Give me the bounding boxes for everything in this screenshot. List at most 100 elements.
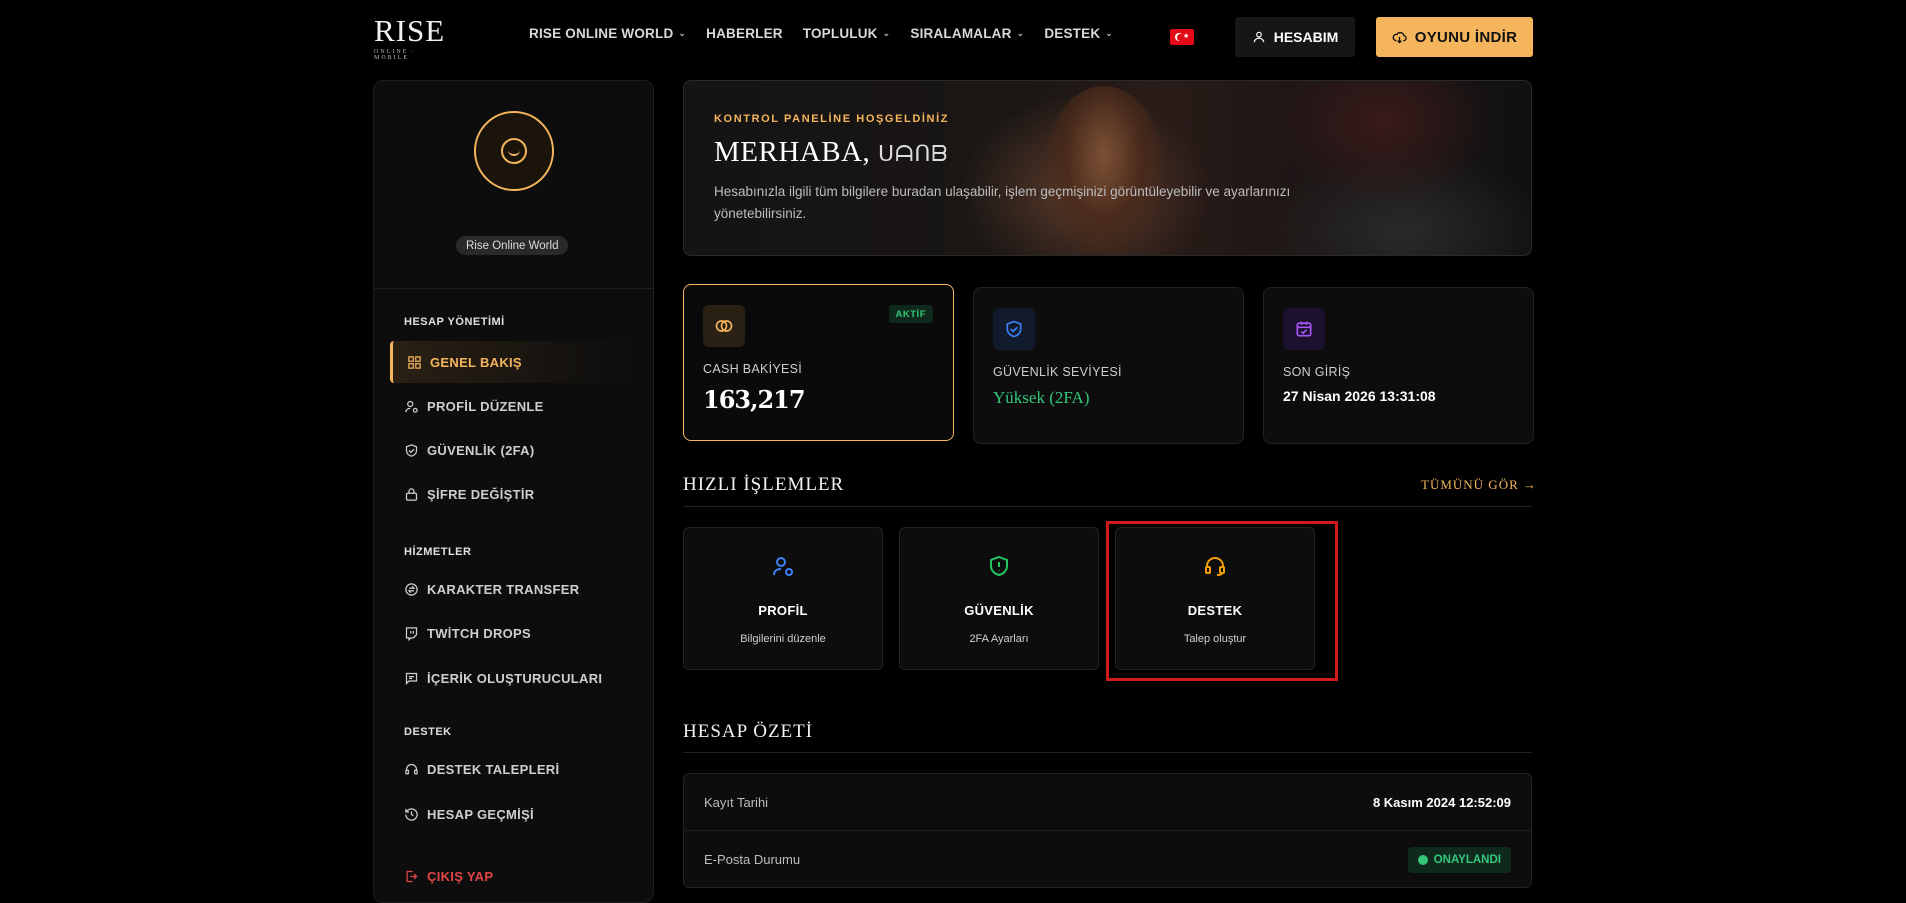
logo-subtext: ONLINE · MOBILE (374, 49, 416, 61)
welcome-hero: KONTROL PANELİNE HOŞGELDİNİZ MERHABA, ᑌᗩ… (683, 80, 1532, 256)
sidebar-item-guvenlik[interactable]: GÜVENLİK (2FA) (390, 429, 630, 471)
last-login-card: SON GİRİŞ 27 Nisan 2026 13:31:08 (1263, 287, 1534, 444)
sidebar-item-sifre[interactable]: ŞİFRE DEĞİŞTİR (390, 473, 630, 515)
hero-username: ᑌᗩᑎᗷ (878, 142, 949, 167)
summary-row: E-Posta Durumu ONAYLANDI (684, 831, 1531, 887)
account-button[interactable]: HESABIM (1235, 17, 1355, 57)
nav-rise-online-world[interactable]: RISE ONLINE WORLD ⌄ (529, 26, 686, 41)
verified-badge: ONAYLANDI (1407, 846, 1511, 873)
section-title-hesap: HESAP YÖNETİMİ (404, 316, 505, 328)
divider (374, 288, 653, 289)
smile-icon (501, 138, 527, 164)
site-logo[interactable]: RISE ONLINE · MOBILE (374, 13, 446, 61)
nav-siralamalar[interactable]: SIRALAMALAR ⌄ (910, 26, 1024, 41)
download-game-button[interactable]: OYUNU İNDİR (1376, 17, 1533, 57)
sidebar-item-label: KARAKTER TRANSFER (427, 581, 580, 597)
user-icon (1253, 31, 1264, 43)
chevron-down-icon: ⌄ (882, 28, 891, 38)
section-title-destek: DESTEK (404, 726, 452, 738)
quick-action-title: PROFİL (758, 603, 808, 618)
quick-action-profil[interactable]: PROFİL Bilgilerini düzenle (683, 527, 883, 670)
hero-kicker: KONTROL PANELİNE HOŞGELDİNİZ (714, 113, 950, 125)
nav-label: DESTEK (1044, 26, 1101, 41)
hero-character-artwork (1044, 86, 1164, 255)
shield-check-icon (405, 443, 418, 457)
quick-action-subtitle: 2FA Ayarları (969, 633, 1029, 645)
sidebar-item-genel-bakis[interactable]: GENEL BAKIŞ (390, 341, 630, 383)
cloud-download-icon (1392, 31, 1407, 43)
section-title-hizmetler: HİZMETLER (404, 546, 472, 558)
sidebar-item-destek-talepleri[interactable]: DESTEK TALEPLERİ (390, 748, 630, 790)
account-summary-table: Kayıt Tarihi 8 Kasım 2024 12:52:09 E-Pos… (683, 773, 1532, 888)
main-nav: RISE ONLINE WORLD ⌄ HABERLER TOPLULUK ⌄ SI… (529, 26, 1113, 41)
summary-value: 8 Kasım 2024 12:52:09 (1372, 794, 1511, 810)
nav-haberler[interactable]: HABERLER (706, 26, 783, 41)
quick-action-guvenlik[interactable]: GÜVENLİK 2FA Ayarları (899, 527, 1099, 670)
cash-balance-card: AKTİF CASH BAKİYESİ 163,217 (683, 284, 954, 441)
account-label: HESABIM (1273, 29, 1339, 45)
highlight-box (1106, 521, 1338, 681)
logout-icon (406, 870, 418, 882)
last-login-value: 27 Nisan 2026 13:31:08 (1283, 388, 1436, 404)
hero-title: MERHABA, ᑌᗩᑎᗷ (714, 136, 948, 169)
shield-check-icon (993, 308, 1035, 350)
quick-actions-title: HIZLI İŞLEMLER (683, 474, 845, 495)
user-gear-icon (684, 554, 882, 578)
summary-key: E-Posta Durumu (704, 852, 801, 867)
sidebar-item-label: TWİTCH DROPS (427, 625, 531, 641)
check-circle-icon (1417, 854, 1428, 865)
summary-row: Kayıt Tarihi 8 Kasım 2024 12:52:09 (684, 774, 1531, 831)
sidebar-item-label: PROFİL DÜZENLE (427, 398, 544, 414)
language-flag-tr-icon[interactable]: ★ (1170, 29, 1194, 45)
sidebar-item-hesap-gecmisi[interactable]: HESAP GEÇMİŞİ (390, 793, 630, 835)
security-value: Yüksek (2FA) (993, 388, 1090, 407)
history-icon (405, 807, 418, 821)
sidebar: Rise Online World HESAP YÖNETİMİ GENEL B… (373, 80, 654, 903)
summary-value: ONAYLANDI (1433, 853, 1501, 866)
security-level-card: GÜVENLİK SEVİYESİ Yüksek (2FA) (973, 287, 1244, 444)
transfer-icon (405, 582, 418, 596)
sidebar-item-icerik[interactable]: İÇERİK OLUŞTURUCULARI (390, 657, 630, 699)
hero-description: Hesabınızla ilgili tüm bilgilere buradan… (714, 184, 1291, 221)
cash-label: CASH BAKİYESİ (703, 362, 803, 376)
summary-key: Kayıt Tarihi (704, 794, 769, 810)
nav-label: HABERLER (706, 26, 783, 41)
sidebar-item-karakter-transfer[interactable]: KARAKTER TRANSFER (390, 568, 630, 610)
security-label: GÜVENLİK SEVİYESİ (993, 365, 1122, 379)
calendar-check-icon (1283, 308, 1325, 350)
sidebar-item-label: HESAP GEÇMİŞİ (427, 806, 534, 822)
download-label: OYUNU İNDİR (1414, 28, 1518, 46)
sidebar-item-twitch-drops[interactable]: TWİTCH DROPS (390, 612, 630, 654)
sidebar-item-profil[interactable]: PROFİL DÜZENLE (390, 385, 630, 427)
logo-text: RISE (374, 13, 446, 48)
hero-greeting: MERHABA, (714, 136, 871, 168)
nav-label: RISE ONLINE WORLD (529, 26, 674, 41)
nav-topluluk[interactable]: TOPLULUK ⌄ (803, 26, 891, 41)
sidebar-item-label: ŞİFRE DEĞİŞTİR (427, 486, 535, 502)
chevron-down-icon: ⌄ (678, 28, 687, 38)
status-badge: AKTİF (888, 305, 933, 323)
quick-action-title: GÜVENLİK (964, 603, 1034, 618)
sidebar-item-label: İÇERİK OLUŞTURUCULARI (427, 670, 603, 686)
nav-label: SIRALAMALAR (910, 26, 1012, 41)
nav-label: TOPLULUK (802, 26, 878, 41)
see-all-link[interactable]: TÜMÜNÜ GÖR → (1421, 477, 1537, 493)
server-badge: Rise Online World (456, 236, 569, 255)
divider (683, 752, 1532, 753)
nav-destek[interactable]: DESTEK ⌄ (1044, 26, 1113, 41)
sidebar-item-label: DESTEK TALEPLERİ (427, 761, 560, 777)
message-icon (405, 672, 418, 685)
sidebar-item-logout[interactable]: ÇIKIŞ YAP (390, 855, 630, 897)
quick-action-subtitle: Bilgilerini düzenle (740, 633, 826, 645)
lock-icon (405, 487, 418, 501)
chevron-down-icon: ⌄ (1105, 28, 1114, 38)
chevron-down-icon: ⌄ (1016, 28, 1025, 38)
shield-alert-icon (900, 554, 1098, 578)
last-login-label: SON GİRİŞ (1283, 365, 1351, 379)
sidebar-item-label: GENEL BAKIŞ (430, 354, 522, 370)
user-gear-icon (405, 400, 418, 413)
dashboard-icon (408, 355, 421, 369)
twitch-icon (405, 626, 418, 641)
coins-icon (703, 305, 745, 347)
headset-icon (405, 763, 418, 774)
